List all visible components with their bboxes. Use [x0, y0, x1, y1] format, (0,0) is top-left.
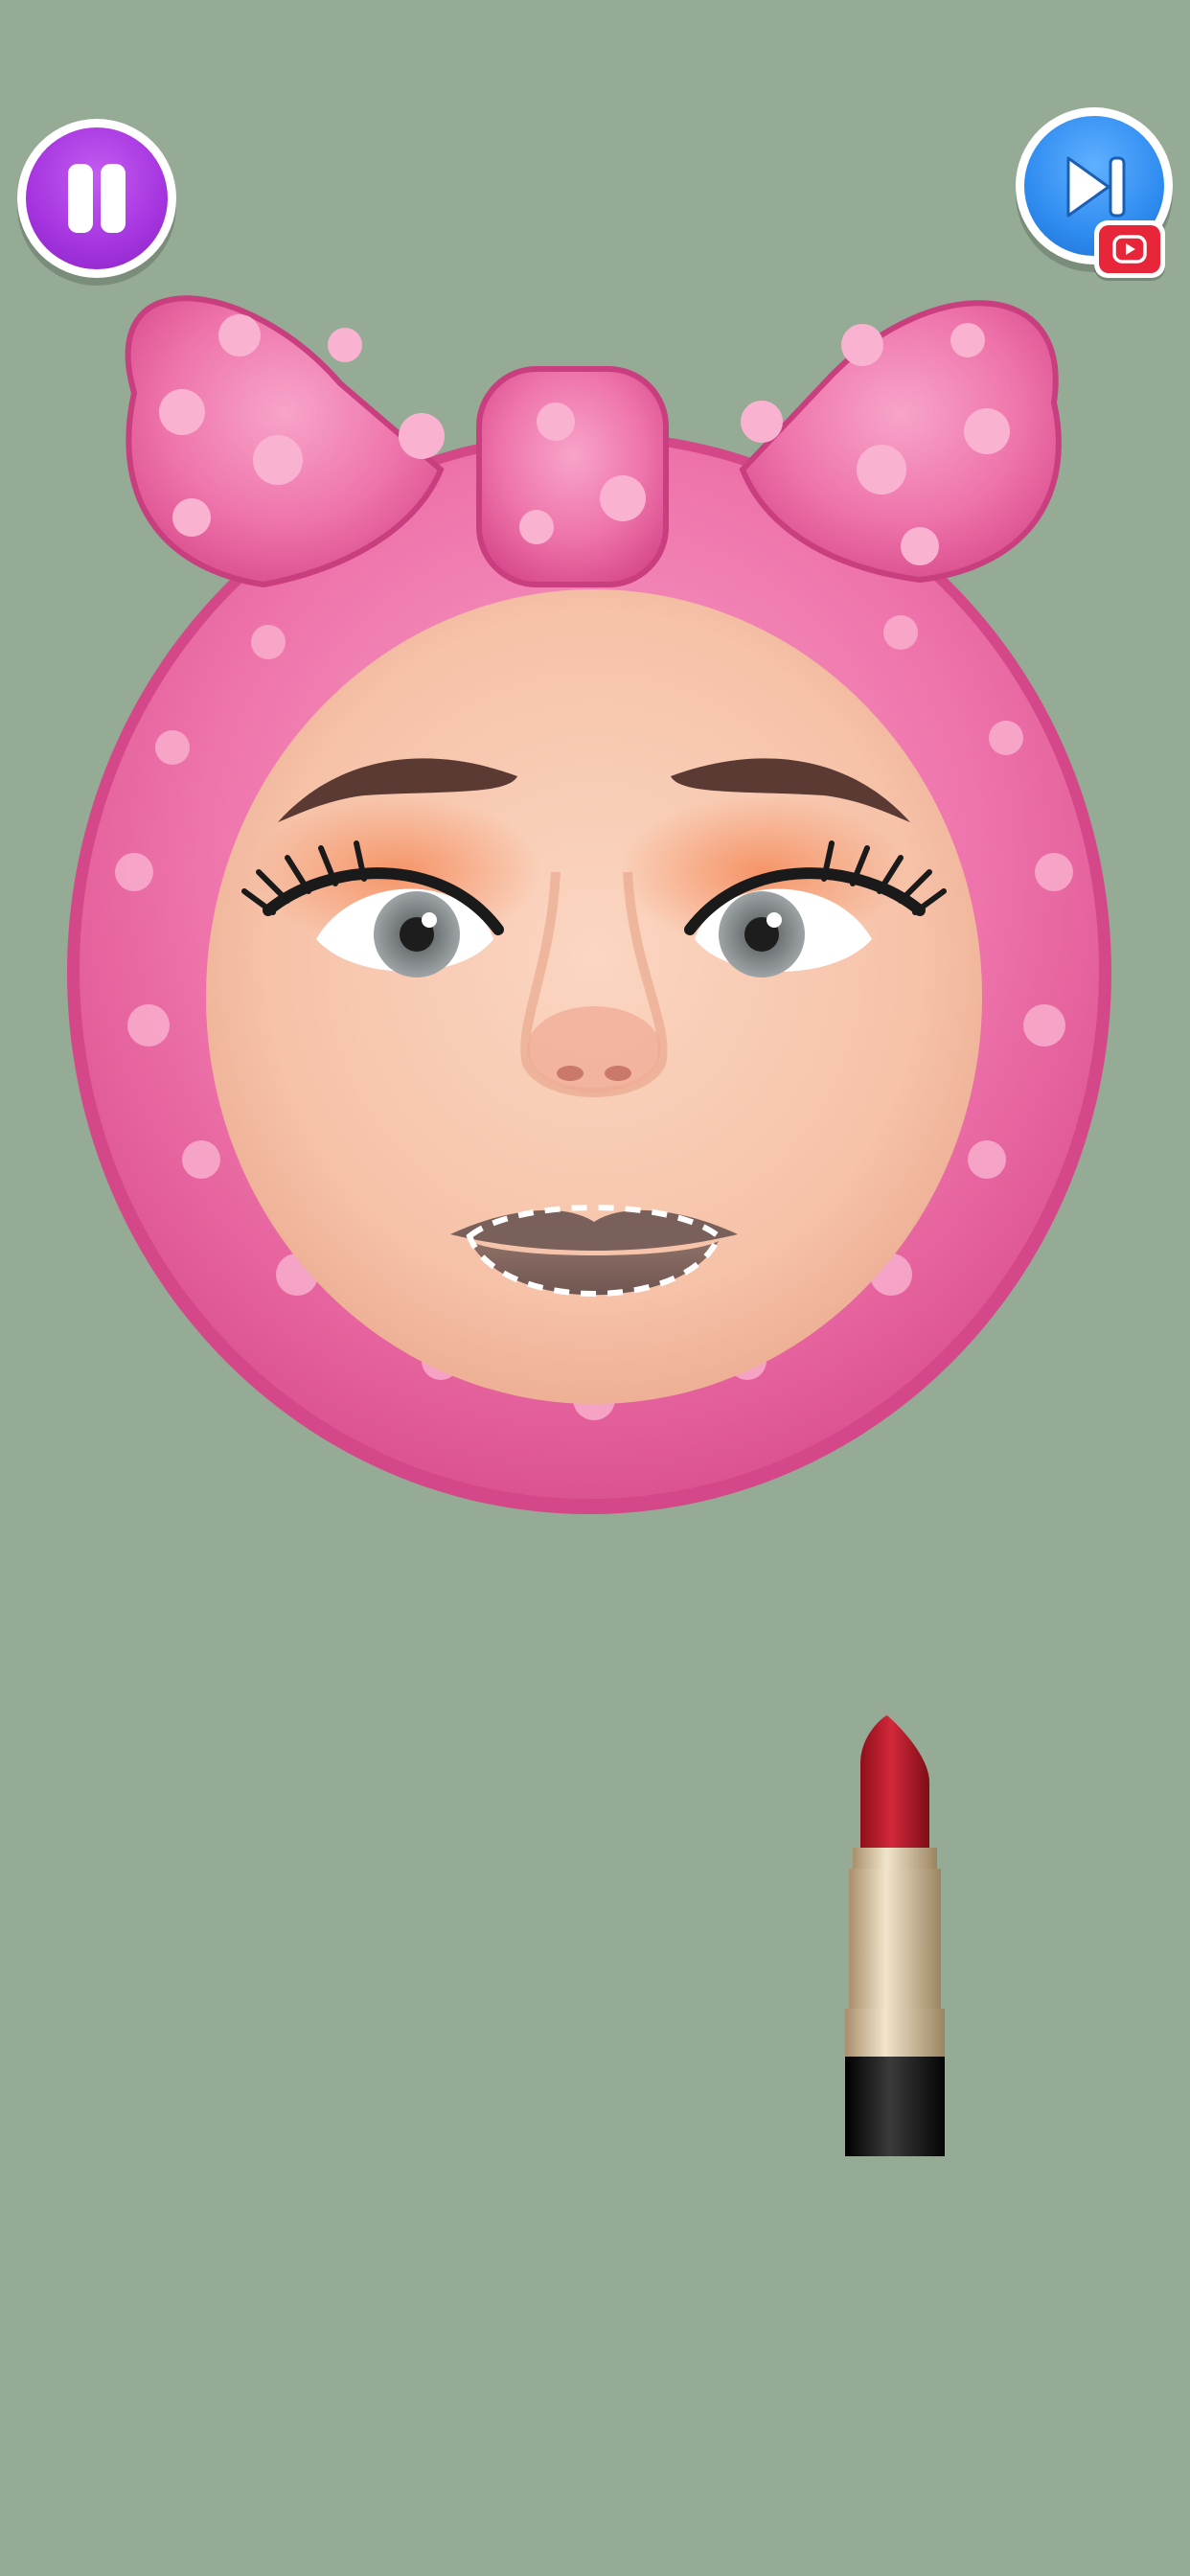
watch-ad-badge[interactable] [1094, 220, 1165, 278]
pause-icon [26, 127, 168, 269]
character-face-art [67, 295, 1111, 1514]
lipstick-base [845, 2057, 945, 2156]
hair-bow [125, 295, 1062, 588]
lipstick-tube [849, 1869, 941, 2012]
lipstick-collar [853, 1848, 937, 1869]
pause-bar-right [101, 164, 126, 233]
pause-bar-left [68, 164, 93, 233]
lipstick-tool[interactable] [832, 1706, 958, 2156]
game-screen [0, 0, 1190, 2576]
lipstick-band [845, 2009, 945, 2058]
ad-badge-face [1099, 225, 1160, 273]
skip-forward-icon [1066, 156, 1126, 218]
video-play-icon [1112, 235, 1147, 264]
pause-button[interactable] [17, 119, 176, 278]
lipstick-bullet [860, 1715, 929, 1850]
